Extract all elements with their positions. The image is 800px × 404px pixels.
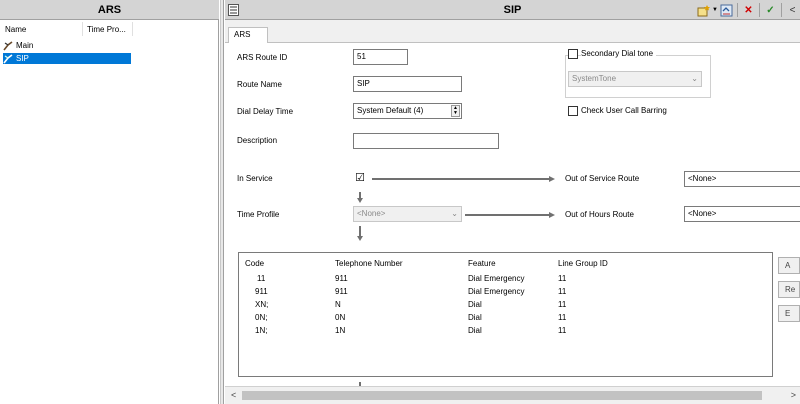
description-label: Description — [237, 136, 278, 145]
dial-delay-value: System Default (4) — [357, 106, 424, 115]
column-separator[interactable] — [132, 22, 133, 36]
arrow-right-icon — [549, 176, 555, 182]
tree-item-label: Main — [16, 41, 34, 50]
feature-cell: Dial Emergency — [468, 274, 525, 283]
toolbar-separator — [737, 3, 738, 17]
secondary-dial-checkbox[interactable] — [568, 49, 578, 59]
route-name-field[interactable]: SIP — [353, 76, 462, 92]
new-item-icon[interactable] — [696, 3, 711, 18]
short-code-table: Code Telephone Number Feature Line Group… — [238, 252, 773, 377]
cancel-icon[interactable]: ✕ — [741, 3, 756, 18]
edit-button[interactable]: E — [778, 305, 800, 322]
ars-tree-pane: ARS Name Time Pro... Main SIP — [0, 0, 219, 404]
route-id-field[interactable]: 51 — [353, 49, 408, 65]
dropdown-arrow-icon[interactable]: ▼ — [711, 3, 719, 18]
back-icon[interactable]: < — [785, 3, 800, 18]
column-header-feature[interactable]: Feature — [468, 259, 496, 268]
tree-item-sip[interactable]: SIP — [3, 53, 131, 64]
telephone-cell: 911 — [335, 274, 348, 283]
export-icon[interactable] — [719, 3, 734, 18]
feature-cell: Dial Emergency — [468, 287, 525, 296]
scroll-right-icon[interactable]: > — [791, 390, 796, 400]
add-button[interactable]: A — [778, 257, 800, 274]
column-header-telephone-number[interactable]: Telephone Number — [335, 259, 403, 268]
line-group-cell: 11 — [558, 313, 567, 322]
ars-pane-title: ARS — [0, 0, 219, 20]
table-row[interactable]: 911 911 Dial Emergency 11 — [239, 287, 772, 300]
telephone-cell: 911 — [335, 287, 348, 296]
oos-route-dropdown[interactable]: <None> — [684, 171, 800, 187]
secondary-dial-label: Secondary Dial tone — [581, 49, 657, 58]
feature-cell: Dial — [468, 313, 482, 322]
detail-toolbar: ▼ ✕ ✓ < — [696, 2, 800, 18]
ooh-route-label: Out of Hours Route — [565, 210, 634, 219]
horizontal-scrollbar[interactable]: < > — [225, 386, 800, 404]
code-cell: XN; — [255, 300, 269, 309]
route-name-label: Route Name — [237, 80, 282, 89]
telephone-cell: 1N — [335, 326, 346, 335]
line-group-cell: 11 — [558, 300, 567, 309]
in-service-label: In Service — [237, 174, 273, 183]
chevron-down-icon: ⌄ — [451, 209, 458, 218]
tree-item-main[interactable]: Main — [3, 40, 33, 51]
system-tone-value: SystemTone — [572, 74, 617, 83]
feature-cell: Dial — [468, 300, 482, 309]
pane-splitter[interactable] — [220, 0, 224, 404]
tab-ars[interactable]: ARS — [228, 27, 268, 43]
code-cell: 911 — [255, 287, 268, 296]
table-row[interactable]: XN; N Dial 11 — [239, 300, 772, 313]
scrollbar-thumb[interactable] — [242, 391, 762, 400]
column-header-name[interactable]: Name — [5, 25, 26, 34]
flow-arrow — [465, 214, 550, 216]
line-group-cell: 11 — [558, 326, 567, 335]
toolbar-separator — [759, 3, 760, 17]
spin-buttons[interactable]: ▲ ▼ — [451, 105, 460, 117]
ok-icon[interactable]: ✓ — [763, 3, 778, 18]
column-header-code[interactable]: Code — [245, 259, 264, 268]
system-tone-dropdown[interactable]: SystemTone ⌄ — [568, 71, 702, 87]
code-cell: 1N; — [255, 326, 268, 335]
table-row[interactable]: 0N; 0N Dial 11 — [239, 313, 772, 326]
telephone-cell: 0N — [335, 313, 346, 322]
in-service-checkbox[interactable]: ☑ — [355, 173, 365, 184]
table-row[interactable]: 1N; 1N Dial 11 — [239, 326, 772, 339]
route-detail-pane: SIP ▼ ✕ ✓ < ARS ARS Route ID 51 Route Na… — [225, 0, 800, 404]
spin-down-icon[interactable]: ▼ — [452, 111, 459, 116]
oos-route-label: Out of Service Route — [565, 174, 640, 183]
arrow-down-icon — [357, 236, 363, 241]
check-user-checkbox[interactable] — [568, 106, 578, 116]
column-header-time-profile[interactable]: Time Pro... — [87, 25, 126, 34]
route-icon — [3, 53, 14, 64]
table-row[interactable]: 11 911 Dial Emergency 11 — [239, 274, 772, 287]
column-header-line-group-id[interactable]: Line Group ID — [558, 259, 608, 268]
code-cell: 0N; — [255, 313, 268, 322]
remove-button[interactable]: Re — [778, 281, 800, 298]
arrow-right-icon — [549, 212, 555, 218]
line-group-cell: 11 — [558, 287, 567, 296]
route-icon — [3, 40, 14, 51]
feature-cell: Dial — [468, 326, 482, 335]
route-id-label: ARS Route ID — [237, 53, 288, 62]
tree-item-label: SIP — [16, 54, 29, 63]
telephone-cell: N — [335, 300, 341, 309]
tab-strip — [225, 20, 800, 42]
column-separator[interactable] — [82, 22, 83, 36]
flow-arrow — [372, 178, 550, 180]
code-cell: 11 — [257, 274, 266, 283]
description-field[interactable] — [353, 133, 499, 149]
detail-title-bar: SIP ▼ ✕ ✓ < — [225, 0, 800, 20]
scroll-left-icon[interactable]: < — [231, 390, 236, 400]
time-profile-dropdown[interactable]: <None> ⌄ — [353, 206, 462, 222]
check-user-label: Check User Call Barring — [581, 106, 667, 115]
chevron-down-icon: ⌄ — [691, 74, 698, 83]
dial-delay-stepper[interactable]: System Default (4) ▲ ▼ — [353, 103, 462, 119]
arrow-down-icon — [357, 198, 363, 203]
dial-delay-label: Dial Delay Time — [237, 107, 294, 116]
toolbar-separator — [781, 3, 782, 17]
time-profile-value: <None> — [357, 209, 386, 218]
ooh-route-dropdown[interactable]: <None> — [684, 206, 800, 222]
line-group-cell: 11 — [558, 274, 567, 283]
time-profile-label: Time Profile — [237, 210, 280, 219]
